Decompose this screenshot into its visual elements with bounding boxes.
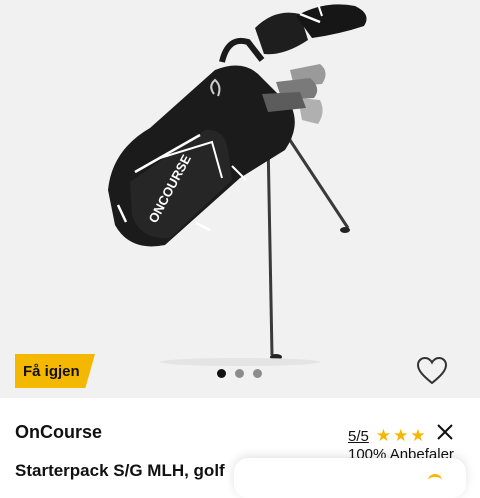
cashback-badge-label: Få igjen: [23, 362, 80, 380]
golf-bag-image: ONCOURSE: [108, 3, 367, 366]
product-title: Starterpack S/G MLH, golf: [15, 461, 225, 480]
product-image-gallery[interactable]: ONCOURSE Få igjen: [0, 0, 480, 398]
star-icon: ★: [410, 426, 426, 445]
cashback-badge: Få igjen: [15, 354, 95, 388]
carousel-dot[interactable]: [217, 369, 226, 378]
carousel-indicator: [217, 369, 262, 378]
popup-accent-icon: [428, 474, 442, 487]
star-icon: ★: [375, 426, 392, 445]
carousel-dot[interactable]: [253, 369, 262, 378]
close-icon[interactable]: [436, 423, 454, 441]
carousel-dot[interactable]: [235, 369, 244, 378]
star-icon: ★: [393, 426, 409, 445]
heart-outline-icon[interactable]: [416, 356, 448, 386]
rating-score[interactable]: 5/5: [348, 428, 369, 445]
product-rating[interactable]: 5/5 ★ ★ ★: [348, 426, 428, 446]
product-brand[interactable]: OnCourse: [15, 422, 102, 443]
